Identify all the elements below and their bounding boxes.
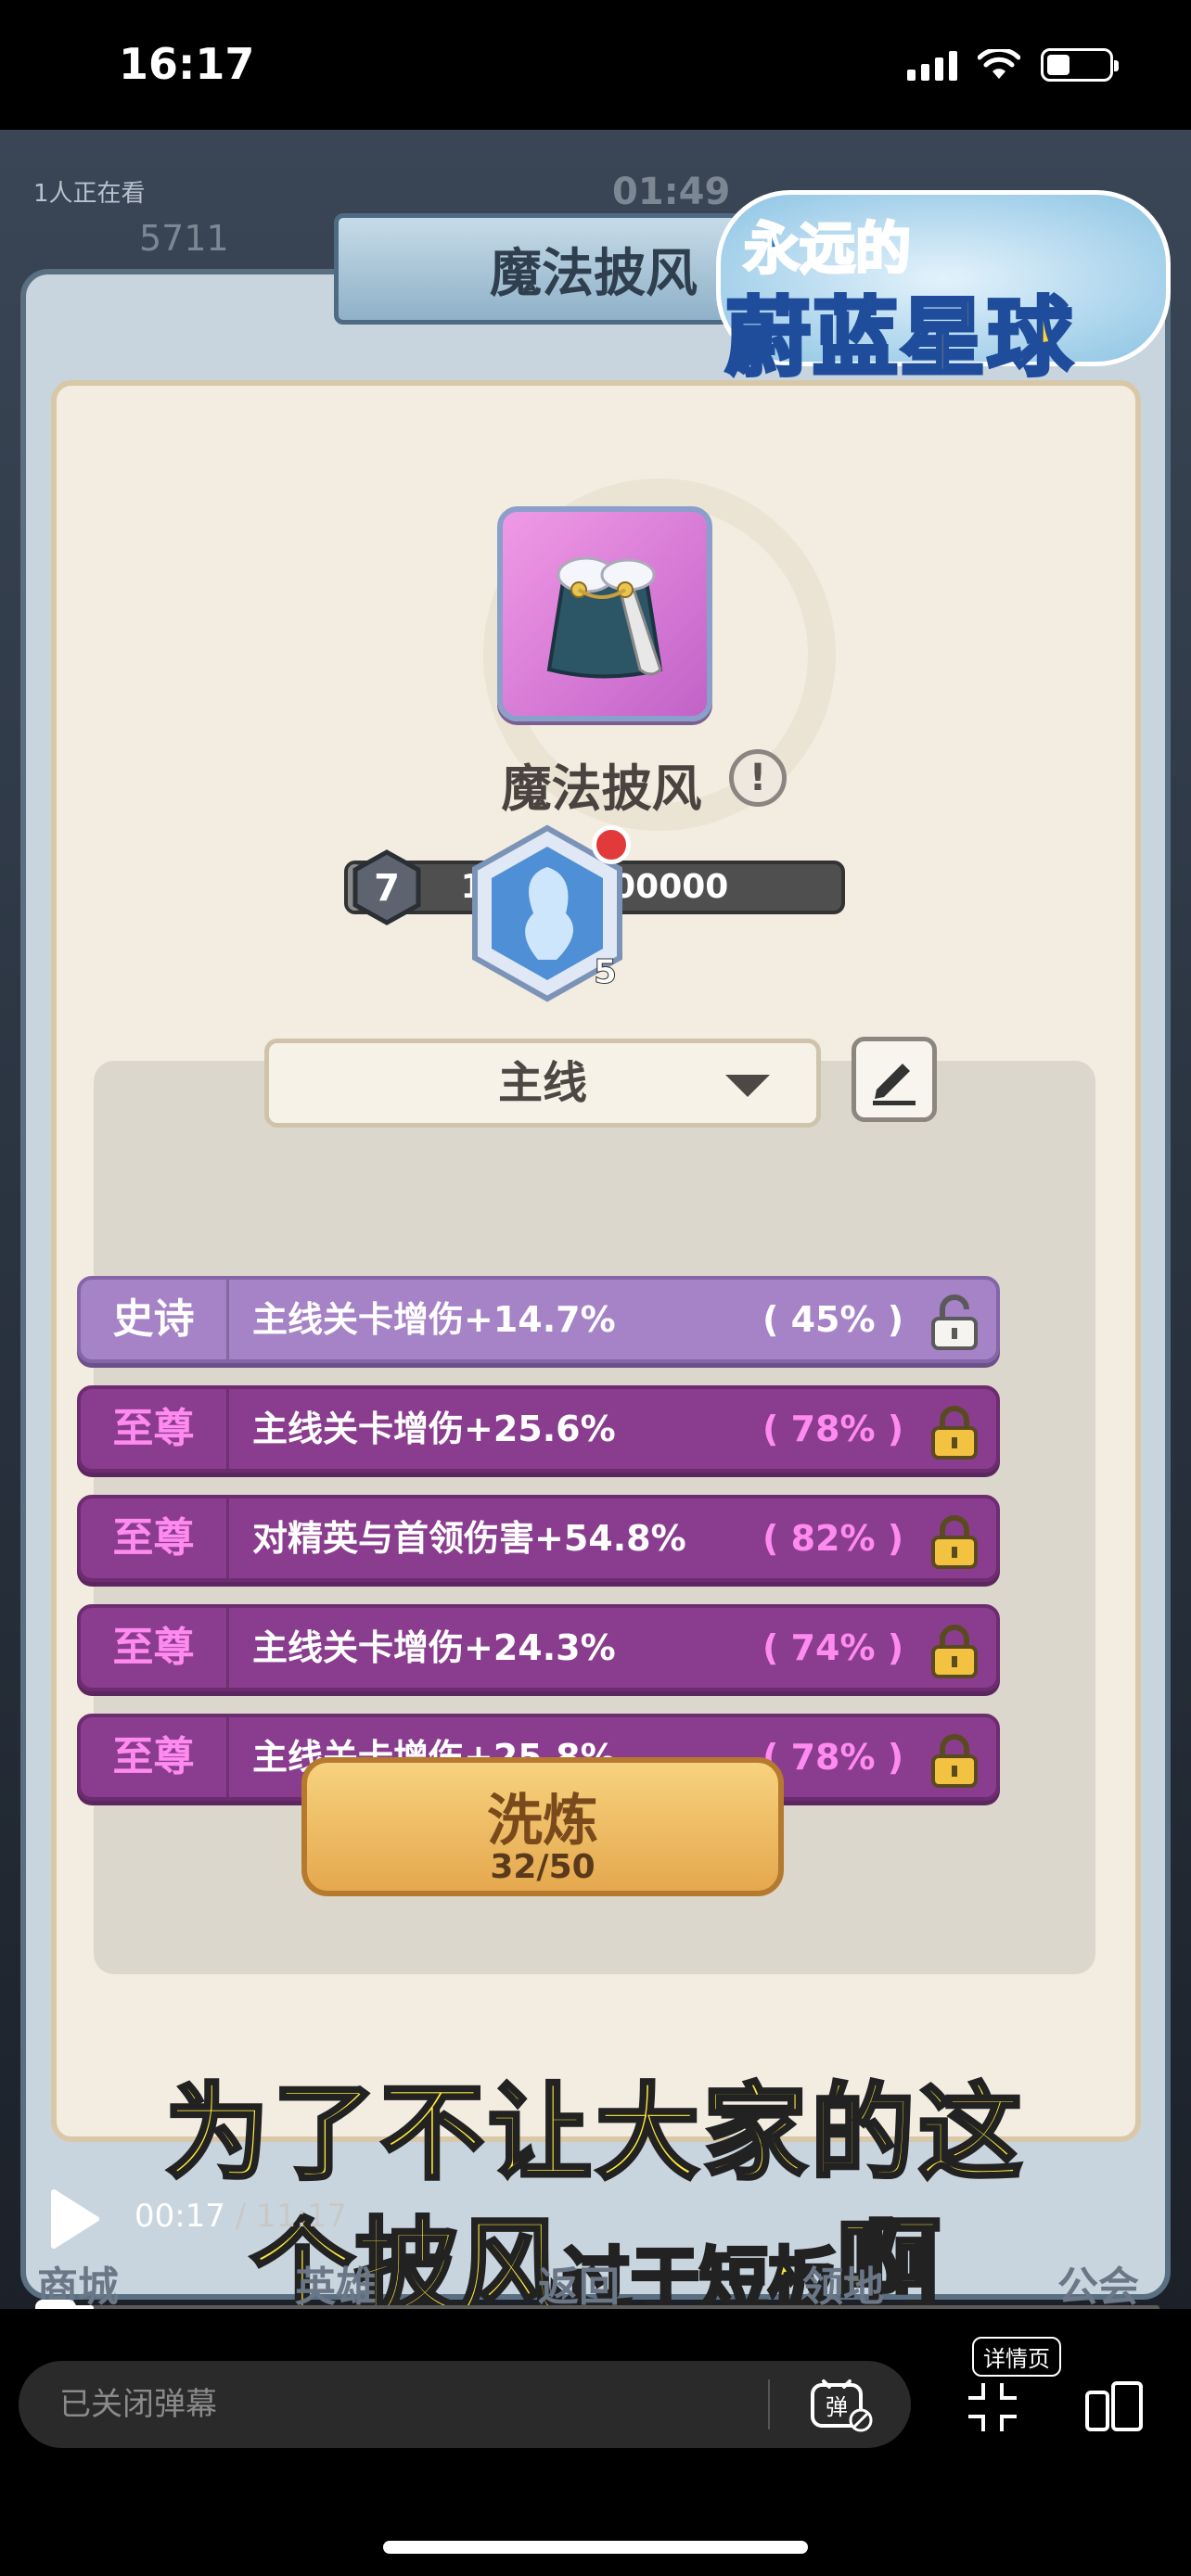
cape-icon [546, 556, 663, 679]
status-icons [907, 48, 1119, 82]
danmaku-placeholder: 已关闭弹幕 [59, 2386, 217, 2423]
game-logo: 永远的 蔚蓝星球 [698, 153, 1180, 394]
stat-percentage: ( 45% ) [762, 1299, 904, 1340]
stat-description: 主线关卡增伤+24.3% [252, 1627, 616, 1668]
gem-count: 5 [593, 953, 618, 992]
nav-heroes[interactable]: 英雄 [295, 2253, 377, 2309]
stat-percentage: ( 78% ) [762, 1409, 904, 1449]
status-time: 16:17 [119, 39, 255, 89]
game-resource-count: 5711 [139, 218, 229, 259]
danmaku-input[interactable]: 已关闭弹幕 弹 [19, 2361, 911, 2448]
scrubber-handle[interactable] [35, 2300, 76, 2309]
stat-rank: 至尊 [81, 1608, 229, 1688]
item-icon-box[interactable] [497, 506, 712, 721]
lock-icon[interactable] [929, 1404, 980, 1460]
duration: / 11:17 [235, 2198, 348, 2235]
status-bar: 16:17 [0, 0, 1191, 130]
home-indicator[interactable] [383, 2541, 808, 2554]
current-time: 00:17 [134, 2198, 225, 2235]
svg-text:弹: 弹 [826, 2394, 848, 2420]
stat-percentage: ( 82% ) [762, 1518, 904, 1559]
refine-button-label: 洗炼 [487, 1789, 598, 1854]
refine-cost: 32/50 [490, 1848, 596, 1886]
level-badge-icon: 7 [352, 849, 421, 925]
stat-rank: 至尊 [81, 1717, 229, 1797]
gem-notification-dot [592, 825, 631, 864]
window-title-text: 魔法披风 [490, 243, 698, 304]
nav-guild[interactable]: 公会 [1057, 2253, 1139, 2309]
subtitle-line1: 为了不让大家的这 [163, 2072, 1026, 2196]
cellular-signal-icon [907, 49, 957, 81]
wifi-icon [978, 49, 1020, 79]
stat-description: 主线关卡增伤+25.6% [252, 1409, 616, 1449]
stat-description: 主线关卡增伤+14.7% [252, 1299, 616, 1340]
edit-button[interactable] [852, 1037, 937, 1122]
stat-row[interactable]: 至尊 主线关卡增伤+25.6% ( 78% ) [77, 1385, 1000, 1473]
stat-rank: 至尊 [81, 1498, 229, 1578]
lock-icon[interactable] [929, 1732, 980, 1788]
exit-fullscreen-icon[interactable] [965, 2379, 1020, 2435]
stat-row[interactable]: 史诗 主线关卡增伤+14.7% ( 45% ) [77, 1276, 1000, 1363]
danmaku-toggle-icon[interactable]: 弹 [809, 2378, 874, 2433]
stat-row[interactable]: 至尊 对精英与首领伤害+54.8% ( 82% ) [77, 1495, 1000, 1582]
stat-rank: 至尊 [81, 1389, 229, 1469]
refine-button[interactable]: 洗炼 32/50 [301, 1757, 784, 1896]
pencil-icon [873, 1064, 916, 1105]
lock-icon[interactable] [929, 1623, 980, 1678]
chevron-down-icon [725, 1075, 770, 1097]
play-icon[interactable] [46, 2187, 102, 2251]
game-bottom-nav: 商城 英雄 返回 领地 公会 [0, 2253, 1191, 2309]
lock-icon[interactable] [929, 1513, 980, 1569]
level-number: 7 [374, 867, 400, 910]
mode-dropdown[interactable]: 主线 [264, 1039, 821, 1128]
stat-percentage: ( 74% ) [762, 1627, 904, 1668]
player-toolbar: 已关闭弹幕 弹 详情页 [0, 2309, 1191, 2576]
video-player[interactable]: 1人正在看 01:49 5711 魔法披风 永远的 蔚蓝星球 魔法披风 ! 7 … [0, 130, 1191, 2309]
info-icon[interactable]: ! [729, 749, 787, 807]
stat-row[interactable]: 至尊 主线关卡增伤+24.3% ( 74% ) [77, 1604, 1000, 1691]
split-screen-icon[interactable] [1083, 2379, 1145, 2435]
unlock-icon[interactable] [929, 1294, 980, 1350]
battery-icon [1041, 48, 1119, 82]
nav-territory[interactable]: 领地 [802, 2253, 884, 2309]
input-divider [768, 2379, 770, 2429]
stat-description: 对精英与首领伤害+54.8% [252, 1518, 686, 1559]
detail-page-tag[interactable]: 详情页 [972, 2337, 1061, 2377]
playback-time: 00:17 / 11:17 [134, 2198, 347, 2235]
viewer-count: 1人正在看 [33, 180, 146, 208]
stat-rank: 史诗 [81, 1280, 229, 1359]
nav-back[interactable]: 返回 [538, 2253, 620, 2309]
item-name: 魔法披风 [501, 759, 702, 818]
logo-line2: 蔚蓝星球 [724, 287, 1075, 389]
